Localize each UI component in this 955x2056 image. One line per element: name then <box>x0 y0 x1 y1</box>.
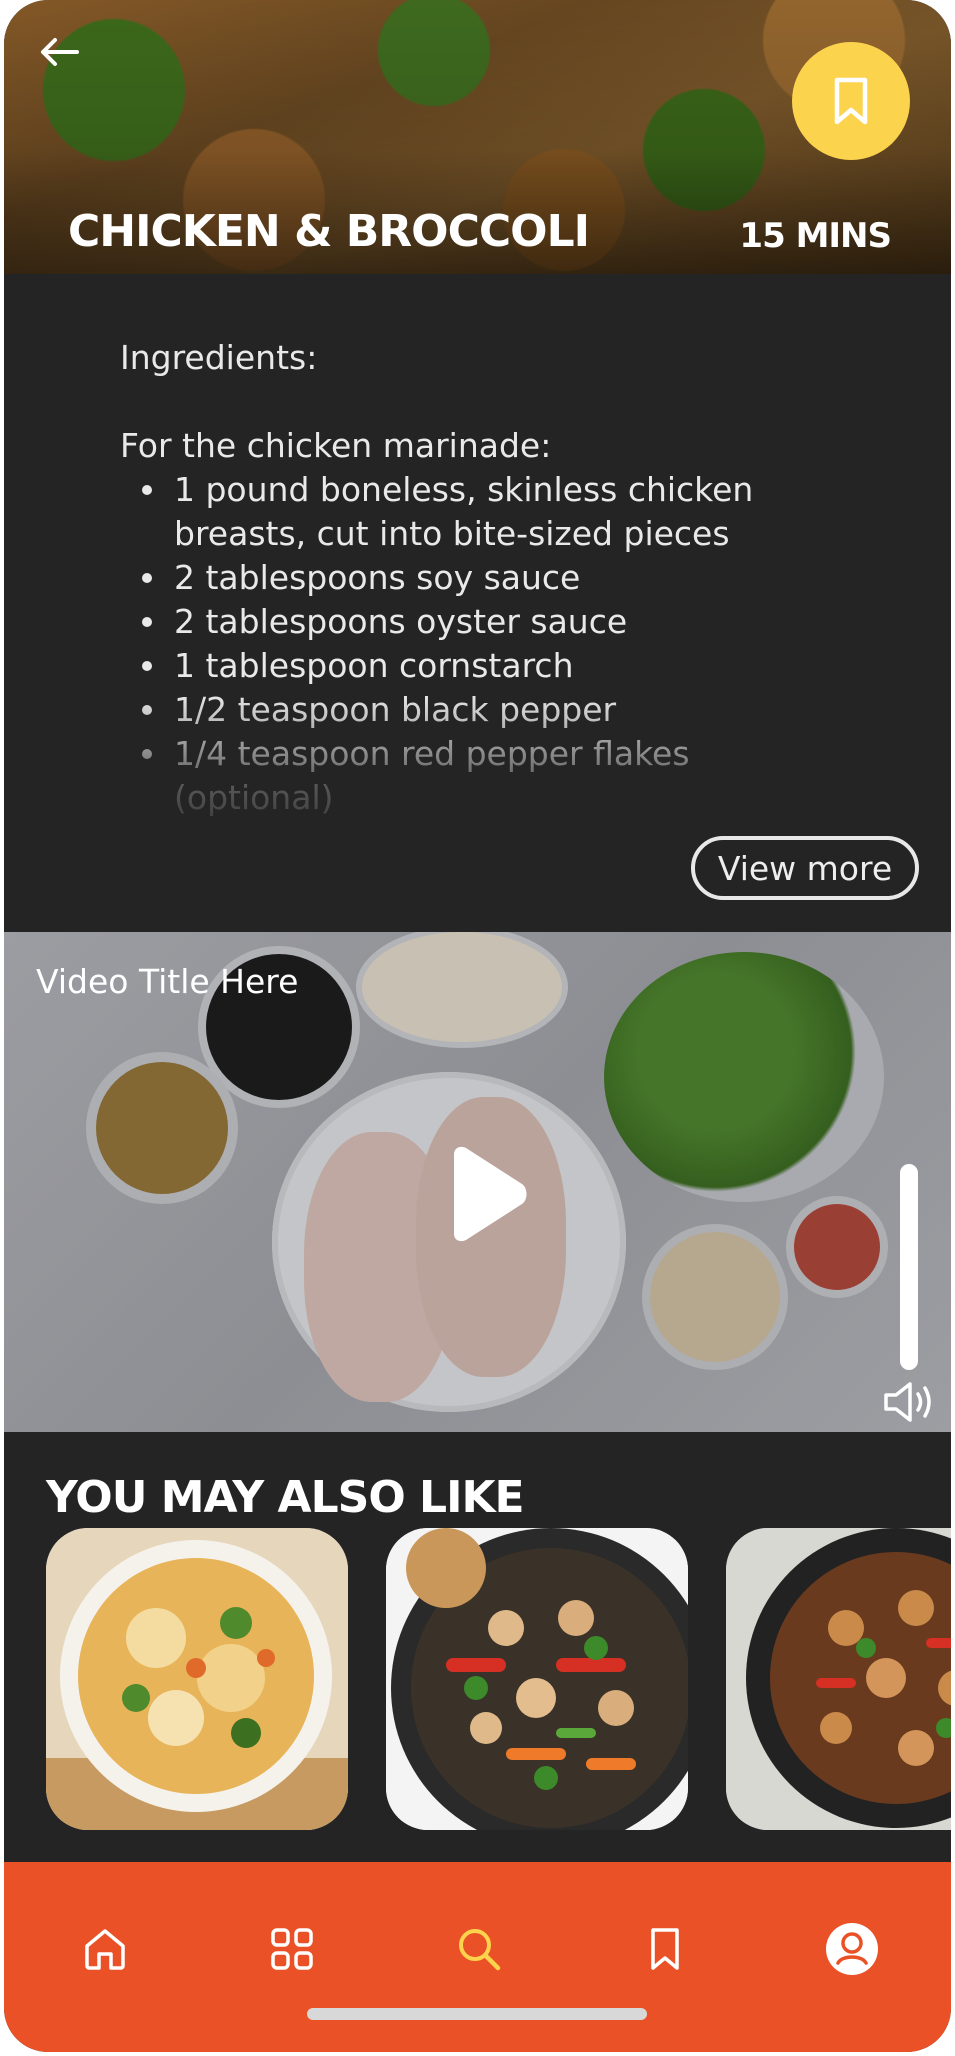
suggestion-image <box>726 1528 951 1830</box>
video-thumbnail-ginger-bowl <box>650 1232 780 1362</box>
ingredient-item: 1/2 teaspoon black pepper <box>120 688 800 732</box>
ingredients-heading: Ingredients: <box>120 338 318 377</box>
view-more-button[interactable]: View more <box>691 836 919 900</box>
ingredient-item: 2 tablespoons oyster sauce <box>120 600 800 644</box>
video-thumbnail-broccoli <box>604 952 884 1202</box>
video-title: Video Title Here <box>36 962 299 1001</box>
ingredient-item: 2 tablespoons soy sauce <box>120 556 800 600</box>
recipe-hero-image: CHICKEN & BROCCOLI 15 MINS <box>4 0 951 274</box>
ingredient-item: 1/4 teaspoon red pepper flakes (optional… <box>120 732 800 820</box>
grid-icon <box>271 1928 313 1970</box>
video-thumbnail-sauce-bowl <box>794 1204 880 1290</box>
bottom-navigation <box>4 1862 951 2052</box>
back-button[interactable] <box>34 30 84 74</box>
suggestion-card[interactable] <box>726 1528 951 1830</box>
nav-saved[interactable] <box>630 1914 700 1984</box>
nav-profile[interactable] <box>817 1914 887 1984</box>
nav-categories[interactable] <box>257 1914 327 1984</box>
app-screen: CHICKEN & BROCCOLI 15 MINS Ingredients: … <box>4 0 951 2052</box>
home-indicator <box>307 2008 647 2020</box>
suggestion-image <box>46 1528 348 1830</box>
ingredient-item: 1 tablespoon cornstarch <box>120 644 800 688</box>
suggestion-image <box>386 1528 688 1830</box>
search-icon <box>459 1929 501 1971</box>
home-icon <box>85 1929 125 1970</box>
volume-slider[interactable] <box>900 1164 918 1370</box>
video-thumbnail-oil-bowl <box>96 1062 228 1194</box>
bookmark-icon <box>834 77 868 125</box>
bookmark-icon <box>651 1928 679 1970</box>
play-icon[interactable] <box>440 1144 530 1244</box>
suggestion-card[interactable] <box>46 1528 348 1830</box>
profile-icon <box>826 1923 878 1975</box>
bookmark-button[interactable] <box>792 42 910 160</box>
volume-icon[interactable] <box>882 1380 936 1424</box>
suggestion-card[interactable] <box>386 1528 688 1830</box>
recipe-title: CHICKEN & BROCCOLI <box>68 206 590 257</box>
video-thumbnail-chicken <box>304 1132 454 1402</box>
ingredients-panel: Ingredients: For the chicken marinade: 1… <box>4 274 951 932</box>
video-thumbnail-sesame-bowl <box>362 932 562 1042</box>
recipe-time: 15 MINS <box>739 216 892 256</box>
ingredient-item: 1 pound boneless, skinless chicken breas… <box>120 468 800 556</box>
ingredients-list: 1 pound boneless, skinless chicken breas… <box>120 468 800 820</box>
video-player[interactable]: Video Title Here <box>4 932 951 1432</box>
you-may-also-like-heading: YOU MAY ALSO LIKE <box>46 1472 525 1523</box>
ingredients-text: Ingredients: For the chicken marinade: 1… <box>120 336 800 820</box>
nav-home[interactable] <box>70 1914 140 1984</box>
arrow-left-icon <box>41 38 79 66</box>
marinade-subheading: For the chicken marinade: <box>120 426 552 465</box>
nav-search[interactable] <box>444 1914 514 1984</box>
